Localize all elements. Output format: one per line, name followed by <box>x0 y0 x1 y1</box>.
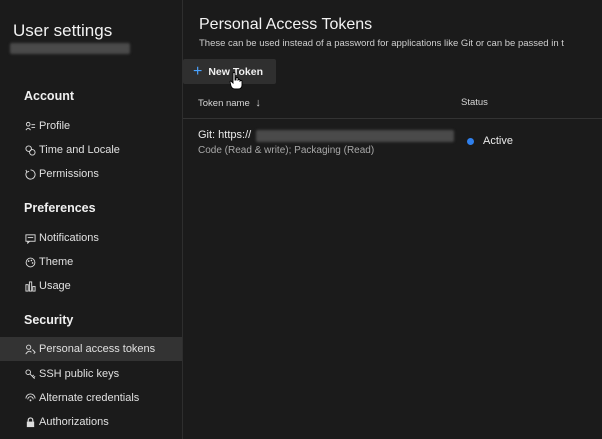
column-header-status: Status <box>461 97 488 108</box>
section-title-preferences: Preferences <box>24 201 96 215</box>
sidebar: User settings Account Profile Time and L… <box>0 0 183 439</box>
header-divider <box>183 118 602 119</box>
sidebar-item-label: Usage <box>39 280 71 292</box>
sidebar-item-ssh-public-keys[interactable]: SSH public keys <box>0 362 182 386</box>
app-title: User settings <box>13 21 113 40</box>
sidebar-item-label: Time and Locale <box>39 144 120 156</box>
redacted-user-name <box>10 43 130 54</box>
sidebar-item-profile[interactable]: Profile <box>0 114 182 138</box>
section-title-security: Security <box>24 313 74 327</box>
status-active-dot-icon <box>467 137 474 145</box>
column-header-label: Token name <box>198 98 250 109</box>
notifications-icon <box>24 232 36 244</box>
theme-icon <box>24 256 36 268</box>
redacted-token-url <box>256 130 454 142</box>
section-title-account: Account <box>24 89 74 103</box>
time-locale-icon <box>24 144 36 156</box>
status-label: Active <box>483 135 513 147</box>
sort-arrow-down-icon: ↓ <box>255 97 261 109</box>
ssh-keys-icon <box>24 368 36 380</box>
sidebar-item-label: Alternate credentials <box>39 392 140 404</box>
alternate-credentials-icon <box>24 392 36 404</box>
status-badge: Active <box>467 135 513 147</box>
permissions-icon <box>24 168 36 180</box>
page-title: Personal Access Tokens <box>199 16 373 33</box>
sidebar-item-label: Personal access tokens <box>39 343 156 355</box>
column-header-token-name[interactable]: Token name ↓ <box>198 97 261 109</box>
sidebar-item-label: SSH public keys <box>39 368 120 380</box>
token-scopes: Code (Read & write); Packaging (Read) <box>198 145 375 156</box>
sidebar-item-alternate-credentials[interactable]: Alternate credentials <box>0 386 182 410</box>
token-name[interactable]: Git: https:// <box>198 129 251 141</box>
sidebar-item-permissions[interactable]: Permissions <box>0 162 182 186</box>
sidebar-item-label: Notifications <box>39 232 99 244</box>
sidebar-item-time-and-locale[interactable]: Time and Locale <box>0 138 182 162</box>
mouse-pointer-hand-icon <box>229 72 243 90</box>
authorizations-icon <box>24 416 36 428</box>
sidebar-item-usage[interactable]: Usage <box>0 274 182 298</box>
sidebar-item-personal-access-tokens[interactable]: Personal access tokens <box>0 337 182 361</box>
page-subtitle: These can be used instead of a password … <box>199 38 564 49</box>
plus-icon: + <box>193 62 203 80</box>
sidebar-item-authorizations[interactable]: Authorizations <box>0 410 182 434</box>
profile-icon <box>24 120 36 132</box>
sidebar-item-label: Permissions <box>39 168 99 180</box>
sidebar-item-label: Theme <box>39 256 74 268</box>
personal-access-tokens-icon <box>24 343 36 355</box>
main-panel: Personal Access Tokens These can be used… <box>183 0 602 439</box>
usage-icon <box>24 280 36 292</box>
sidebar-item-notifications[interactable]: Notifications <box>0 226 182 250</box>
sidebar-item-label: Authorizations <box>39 416 109 428</box>
sidebar-item-label: Profile <box>39 120 71 132</box>
sidebar-item-theme[interactable]: Theme <box>0 250 182 274</box>
